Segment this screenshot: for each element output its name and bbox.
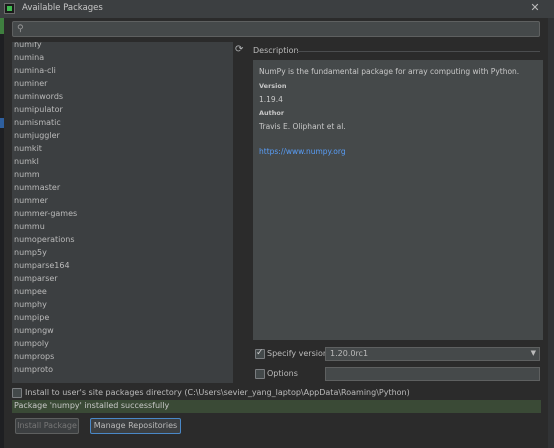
- version-select[interactable]: 1.20.0rc1 ▼: [325, 347, 540, 361]
- options-checkbox[interactable]: [255, 369, 265, 379]
- package-item[interactable]: numkl: [12, 155, 230, 168]
- version-value: 1.19.4: [259, 95, 283, 104]
- version-heading: Version: [259, 82, 287, 90]
- package-item[interactable]: numify: [12, 42, 230, 51]
- package-item[interactable]: numpee: [12, 285, 230, 298]
- homepage-link[interactable]: https://www.numpy.org: [259, 147, 346, 156]
- specify-version-label: Specify version: [267, 349, 328, 358]
- search-field[interactable]: ⚲: [12, 21, 540, 37]
- package-item[interactable]: numjuggler: [12, 129, 230, 142]
- package-item[interactable]: numpngw: [12, 324, 230, 337]
- package-item[interactable]: nummer-games: [12, 207, 230, 220]
- package-item[interactable]: numpoly: [12, 337, 230, 350]
- package-item[interactable]: numkit: [12, 142, 230, 155]
- description-divider: [297, 51, 540, 52]
- chevron-down-icon: ▼: [530, 349, 536, 357]
- package-item[interactable]: numoperations: [12, 233, 230, 246]
- status-bar: Package 'numpy' installed successfully: [12, 400, 541, 413]
- site-packages-label: Install to user's site packages director…: [25, 388, 410, 397]
- author-value: Travis E. Oliphant et al.: [259, 122, 346, 131]
- title-bar: Available Packages ✕: [0, 0, 554, 18]
- package-item[interactable]: numpipe: [12, 311, 230, 324]
- author-heading: Author: [259, 109, 285, 117]
- options-field[interactable]: [325, 367, 540, 381]
- close-icon[interactable]: ✕: [528, 1, 542, 15]
- package-item[interactable]: numipulator: [12, 103, 230, 116]
- search-icon: ⚲: [17, 24, 24, 34]
- description-panel: NumPy is the fundamental package for arr…: [253, 60, 543, 340]
- left-edge-marker: [0, 18, 4, 34]
- package-item[interactable]: numinwords: [12, 90, 230, 103]
- app-icon: [4, 3, 15, 14]
- package-item[interactable]: numparser: [12, 272, 230, 285]
- package-item[interactable]: numparse164: [12, 259, 230, 272]
- package-list[interactable]: numify numina numina-cli numiner numinwords n…: [12, 42, 233, 383]
- package-item[interactable]: numismatic: [12, 116, 230, 129]
- options-label: Options: [267, 369, 298, 378]
- package-list-items: numify numina numina-cli numiner numinwords n…: [12, 42, 230, 376]
- reload-icon[interactable]: ⟳: [235, 45, 245, 55]
- status-message: Package 'numpy' installed successfully: [14, 401, 170, 410]
- package-item[interactable]: numiner: [12, 77, 230, 90]
- package-item[interactable]: numina: [12, 51, 230, 64]
- package-item[interactable]: numphy: [12, 298, 230, 311]
- description-heading: Description: [253, 46, 299, 55]
- left-edge-marker-blue: [0, 118, 4, 128]
- left-window-edge: [0, 18, 4, 448]
- selected-version: 1.20.0rc1: [330, 349, 369, 358]
- package-item[interactable]: nump5y: [12, 246, 230, 259]
- package-item[interactable]: nummaster: [12, 181, 230, 194]
- install-package-button[interactable]: Install Package: [15, 418, 79, 434]
- package-item[interactable]: numproto: [12, 363, 230, 376]
- specify-version-checkbox[interactable]: [255, 348, 265, 359]
- package-item[interactable]: numina-cli: [12, 64, 230, 77]
- package-summary: NumPy is the fundamental package for arr…: [259, 67, 520, 76]
- search-input[interactable]: [31, 22, 531, 36]
- window-title: Available Packages: [22, 3, 103, 13]
- manage-repositories-button[interactable]: Manage Repositories: [90, 418, 181, 434]
- site-packages-checkbox[interactable]: [12, 388, 22, 398]
- package-item[interactable]: numprops: [12, 350, 230, 363]
- package-item[interactable]: nummu: [12, 220, 230, 233]
- right-window-edge: [548, 18, 554, 448]
- package-item[interactable]: numm: [12, 168, 230, 181]
- package-item[interactable]: nummer: [12, 194, 230, 207]
